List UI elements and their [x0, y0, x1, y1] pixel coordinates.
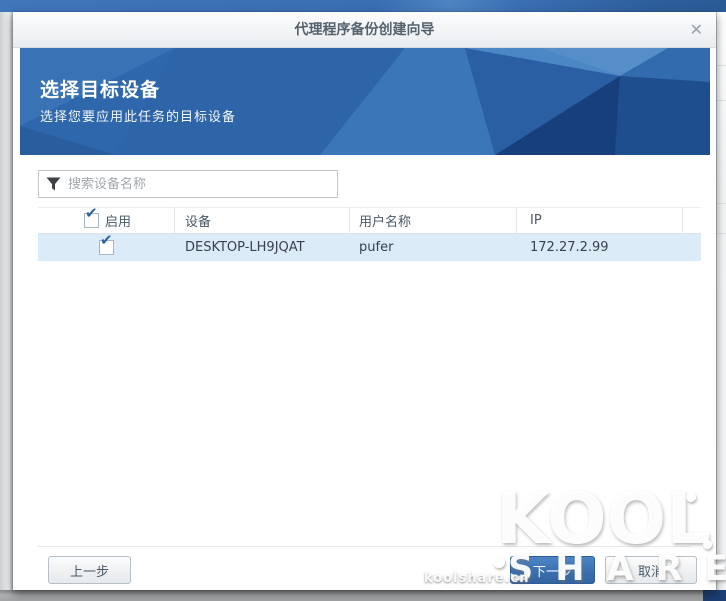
header-enable-label: 启用 — [105, 211, 131, 230]
header-ip[interactable]: IP — [517, 207, 683, 234]
table-row[interactable]: ✔ DESKTOP-LH9JQAT pufer 172.27.2.99 — [38, 234, 701, 261]
header-user[interactable]: 用户名称 — [350, 207, 517, 234]
header-ip-label: IP — [530, 213, 542, 228]
step-subtitle: 选择您要应用此任务的目标设备 — [40, 106, 236, 125]
user-name: pufer — [359, 240, 393, 255]
cancel-button[interactable]: 取消 — [605, 556, 697, 584]
close-icon[interactable]: ✕ — [690, 12, 703, 48]
row-ip-cell: 172.27.2.99 — [517, 234, 683, 261]
next-button[interactable]: 下一步 — [510, 556, 595, 584]
table-header-row[interactable]: ✔ 启用 设备 用户名称 IP — [38, 207, 701, 234]
desktop-background-bottom — [0, 590, 726, 601]
background-line — [717, 233, 726, 234]
select-all-checkbox[interactable]: ✔ — [84, 213, 99, 228]
wizard-banner: 选择目标设备 选择您要应用此任务的目标设备 — [20, 48, 710, 155]
desktop-background-left — [0, 12, 13, 601]
background-line — [717, 65, 726, 66]
row-filler — [683, 234, 701, 261]
dialog-titlebar[interactable]: 代理程序备份创建向导 ✕ — [13, 12, 716, 48]
row-checkbox[interactable]: ✔ — [99, 240, 114, 255]
background-line — [717, 203, 726, 204]
header-user-label: 用户名称 — [359, 211, 411, 230]
next-button-label: 下一步 — [533, 561, 572, 580]
row-user-cell: pufer — [350, 234, 517, 261]
back-button[interactable]: 上一步 — [48, 556, 131, 584]
device-name: DESKTOP-LH9JQAT — [185, 240, 305, 255]
search-input[interactable] — [68, 177, 330, 192]
background-window-edge — [716, 12, 726, 601]
ip-address: 172.27.2.99 — [530, 240, 609, 255]
footer-divider — [38, 546, 691, 547]
desktop-background-top — [0, 0, 726, 12]
back-button-label: 上一步 — [70, 561, 109, 580]
device-table: ✔ 启用 设备 用户名称 IP ✔ DESKTOP-LH9JQAT — [38, 207, 701, 261]
dialog-title: 代理程序备份创建向导 — [13, 12, 716, 48]
step-title: 选择目标设备 — [40, 75, 160, 102]
header-device-label: 设备 — [185, 211, 211, 230]
check-icon: ✔ — [85, 206, 98, 221]
cancel-button-label: 取消 — [638, 561, 664, 580]
header-device[interactable]: 设备 — [175, 207, 350, 234]
background-line — [717, 100, 726, 101]
wizard-dialog: 代理程序备份创建向导 ✕ 选择目标设备 选择您要应用此任务的目标设备 — [13, 12, 716, 590]
check-icon: ✔ — [100, 233, 113, 248]
header-enable[interactable]: ✔ 启用 — [38, 207, 175, 234]
device-search-box[interactable] — [38, 170, 338, 198]
row-device-cell: DESKTOP-LH9JQAT — [175, 234, 350, 261]
filter-icon — [46, 177, 61, 191]
background-window-corner — [703, 590, 726, 601]
row-enable-cell: ✔ — [38, 234, 175, 261]
header-filler — [683, 207, 701, 234]
